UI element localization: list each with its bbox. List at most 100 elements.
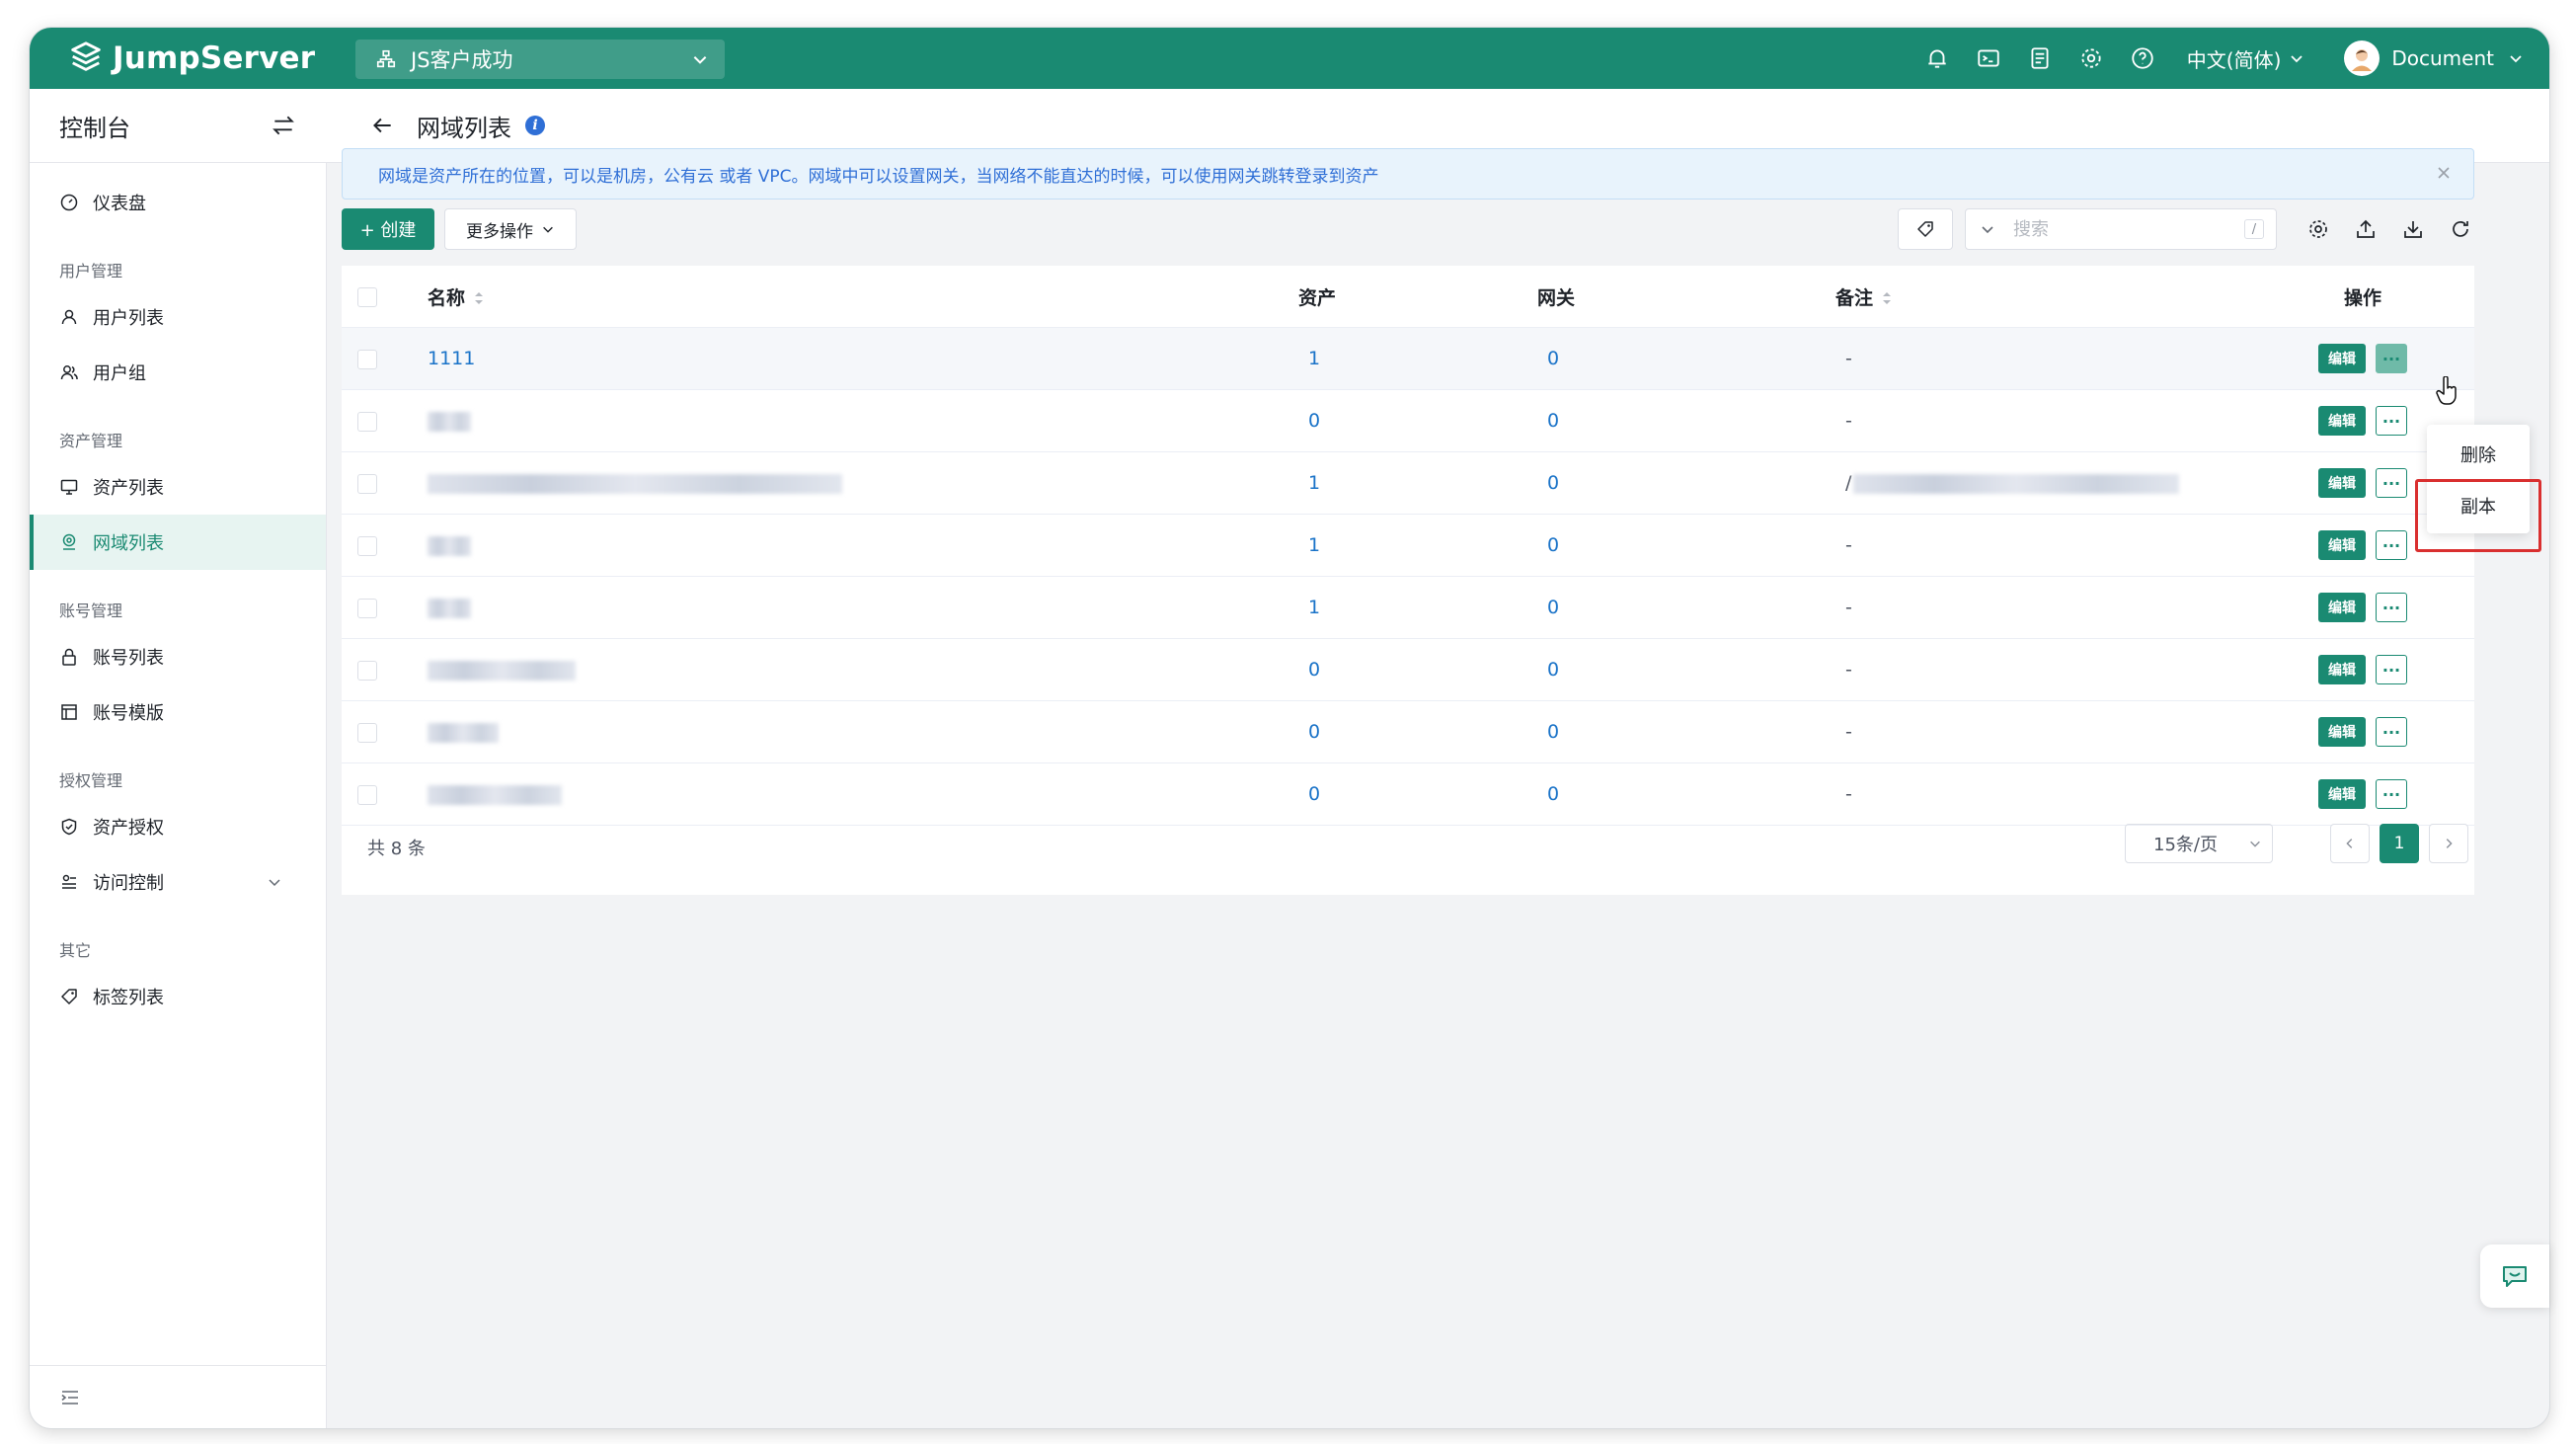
row-checkbox[interactable]: [357, 411, 377, 432]
export-icon[interactable]: [2354, 217, 2378, 241]
edit-button[interactable]: 编辑: [2318, 344, 2366, 373]
table-row[interactable]: 1111 1 0- 编辑 ···: [342, 327, 2474, 390]
dropdown-item-delete[interactable]: 删除: [2427, 429, 2530, 480]
row-more-button[interactable]: ···: [2376, 530, 2407, 560]
asset-count-link[interactable]: 1: [1308, 472, 1320, 494]
chevron-down-icon: [543, 226, 553, 233]
row-more-button[interactable]: ···: [2376, 717, 2407, 747]
edit-button[interactable]: 编辑: [2318, 530, 2366, 560]
sidebar-item-labels[interactable]: 标签列表: [30, 969, 326, 1024]
sidebar-collapse[interactable]: [30, 1365, 326, 1428]
asset-count-link[interactable]: 1: [1308, 348, 1320, 369]
column-header-comment[interactable]: 备注: [1834, 266, 2251, 328]
edit-button[interactable]: 编辑: [2318, 593, 2366, 622]
row-more-button[interactable]: ···: [2376, 406, 2407, 436]
sidebar-item-domains[interactable]: 网域列表: [30, 515, 326, 570]
settings-gear-icon[interactable]: [2306, 217, 2330, 241]
sidebar-item-assets[interactable]: 资产列表: [30, 459, 326, 515]
asset-count-link[interactable]: 0: [1308, 659, 1320, 681]
page-size-select[interactable]: 15条/页: [2125, 824, 2273, 863]
asset-count-link[interactable]: 0: [1308, 410, 1320, 432]
gateway-count-link[interactable]: 0: [1547, 721, 1559, 743]
logo[interactable]: JumpServer: [67, 40, 315, 77]
user-menu[interactable]: Document: [2344, 40, 2524, 76]
org-selector[interactable]: JS客户成功: [355, 40, 725, 79]
sidebar-item-accounts[interactable]: 账号列表: [30, 629, 326, 684]
row-checkbox[interactable]: [357, 349, 377, 369]
edit-button[interactable]: 编辑: [2318, 655, 2366, 684]
terminal-icon[interactable]: [1976, 45, 2001, 71]
row-checkbox[interactable]: [357, 660, 377, 681]
comment-text: /: [1845, 472, 1852, 494]
domain-name-link[interactable]: 1111: [428, 348, 475, 369]
back-arrow-icon[interactable]: [369, 113, 395, 138]
close-icon[interactable]: [2436, 165, 2452, 181]
gateway-count-link[interactable]: 0: [1547, 410, 1559, 432]
search-input[interactable]: [2011, 217, 2213, 241]
gateway-count-link[interactable]: 0: [1547, 534, 1559, 556]
gateway-count-link[interactable]: 0: [1547, 348, 1559, 369]
row-more-button[interactable]: ···: [2376, 593, 2407, 622]
row-more-button[interactable]: ···: [2376, 468, 2407, 498]
chevron-left-icon: [2346, 839, 2353, 848]
asset-count-link[interactable]: 0: [1308, 721, 1320, 743]
row-checkbox[interactable]: [357, 722, 377, 743]
page-number-current[interactable]: 1: [2380, 824, 2419, 863]
total-count: 共 8 条: [367, 839, 426, 859]
asset-count-link[interactable]: 1: [1308, 534, 1320, 556]
select-all-checkbox[interactable]: [357, 286, 377, 307]
help-icon[interactable]: [2130, 45, 2155, 71]
row-checkbox[interactable]: [357, 535, 377, 556]
edit-button[interactable]: 编辑: [2318, 406, 2366, 436]
table-row[interactable]: 0 0 - 编辑 ···: [342, 638, 2474, 701]
chat-assistant-button[interactable]: [2480, 1244, 2549, 1308]
label-filter-button[interactable]: [1898, 208, 1953, 250]
edit-button[interactable]: 编辑: [2318, 468, 2366, 498]
row-checkbox[interactable]: [357, 473, 377, 494]
info-icon[interactable]: i: [525, 116, 545, 135]
row-more-button[interactable]: ···: [2376, 344, 2407, 373]
sidebar-item-user-groups[interactable]: 用户组: [30, 345, 326, 400]
column-header-label: 网关: [1537, 286, 1576, 309]
switch-view-icon[interactable]: [271, 113, 296, 138]
sidebar-item-account-templates[interactable]: 账号模版: [30, 684, 326, 740]
table-row[interactable]: 0 0 - 编辑 ···: [342, 700, 2474, 763]
row-checkbox[interactable]: [357, 598, 377, 618]
sort-icon[interactable]: [1881, 289, 1893, 307]
sidebar-item-users[interactable]: 用户列表: [30, 289, 326, 345]
bell-icon[interactable]: [1924, 45, 1950, 71]
refresh-icon[interactable]: [2449, 217, 2472, 241]
template-icon: [61, 704, 77, 720]
create-button[interactable]: + 创建: [342, 208, 434, 250]
cell-comment: -: [1834, 638, 2251, 701]
more-actions-button[interactable]: 更多操作: [444, 208, 577, 250]
cell-assets: 1: [1297, 576, 1536, 639]
sidebar-item-asset-permissions[interactable]: 资产授权: [30, 799, 326, 854]
user-icon: [61, 309, 77, 325]
edit-button[interactable]: 编辑: [2318, 717, 2366, 747]
row-more-button[interactable]: ···: [2376, 655, 2407, 684]
prev-page-button[interactable]: [2330, 824, 2370, 863]
sort-icon[interactable]: [473, 289, 485, 307]
chevron-down-icon[interactable]: [1980, 221, 1995, 237]
settings-gear-icon[interactable]: [2078, 45, 2104, 71]
sidebar-item-access-control[interactable]: 访问控制: [30, 854, 326, 910]
table-row[interactable]: 0 0 - 编辑 ···: [342, 389, 2474, 452]
gateway-count-link[interactable]: 0: [1547, 472, 1559, 494]
asset-count-link[interactable]: 1: [1308, 597, 1320, 618]
language-selector[interactable]: 中文(简体): [2187, 44, 2305, 73]
file-list-icon[interactable]: [2027, 45, 2053, 71]
gateway-count-link[interactable]: 0: [1547, 659, 1559, 681]
next-page-button[interactable]: [2429, 824, 2468, 863]
gateway-count-link[interactable]: 0: [1547, 597, 1559, 618]
column-header-name[interactable]: 名称: [427, 266, 1297, 328]
cell-comment: /: [1834, 451, 2251, 515]
sidebar-group-label: 其它: [59, 941, 92, 960]
table-row[interactable]: 1 0 / 编辑 ···: [342, 451, 2474, 515]
table-row[interactable]: 1 0 - 编辑 ···: [342, 514, 2474, 577]
sidebar-item-dashboard[interactable]: 仪表盘: [30, 175, 326, 230]
import-icon[interactable]: [2401, 217, 2425, 241]
sidebar-item-label: 账号列表: [93, 648, 164, 669]
cell-name: [427, 638, 1297, 701]
table-row[interactable]: 1 0 - 编辑 ···: [342, 576, 2474, 639]
